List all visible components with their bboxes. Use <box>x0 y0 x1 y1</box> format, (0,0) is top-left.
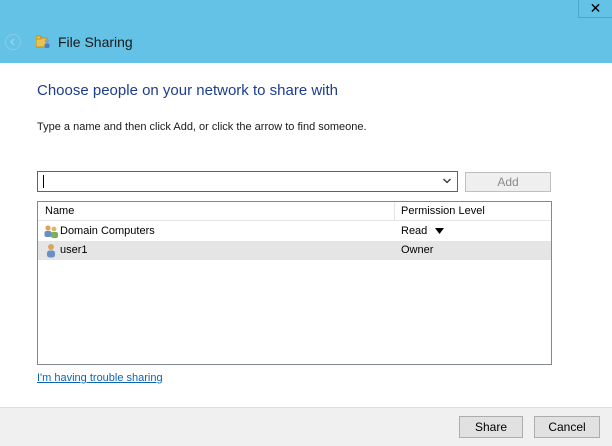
permission-dropdown-arrow-icon[interactable] <box>435 228 444 234</box>
add-button[interactable]: Add <box>465 172 551 192</box>
chevron-down-icon[interactable] <box>443 177 451 185</box>
back-arrow-icon <box>10 38 15 46</box>
row-name: user1 <box>60 244 88 256</box>
row-permission: Owner <box>401 244 434 256</box>
file-sharing-icon <box>36 35 50 48</box>
trouble-sharing-link[interactable]: I'm having trouble sharing <box>37 372 163 384</box>
back-button[interactable] <box>5 34 21 50</box>
share-list[interactable]: Name Permission Level Domain Computers R… <box>37 201 552 365</box>
column-header-name[interactable]: Name <box>38 202 395 220</box>
column-header-permission[interactable]: Permission Level <box>395 202 551 220</box>
list-row-domain-computers[interactable]: Domain Computers Read <box>38 222 551 241</box>
group-icon <box>44 225 58 238</box>
page-heading: Choose people on your network to share w… <box>37 82 339 99</box>
instruction-text: Type a name and then click Add, or click… <box>37 121 367 133</box>
window-title: File Sharing <box>58 34 133 50</box>
close-icon: ✕ <box>589 1 602 17</box>
name-combobox[interactable] <box>37 171 458 192</box>
title-bar <box>0 0 612 63</box>
share-button[interactable]: Share <box>459 416 523 438</box>
cancel-button[interactable]: Cancel <box>534 416 600 438</box>
close-button[interactable]: ✕ <box>578 0 612 18</box>
row-permission[interactable]: Read <box>401 225 427 237</box>
row-name: Domain Computers <box>60 225 155 237</box>
user-icon <box>47 244 55 258</box>
list-header: Name Permission Level <box>38 202 551 221</box>
list-row-user1[interactable]: user1 Owner <box>38 241 551 260</box>
text-caret <box>43 175 44 188</box>
